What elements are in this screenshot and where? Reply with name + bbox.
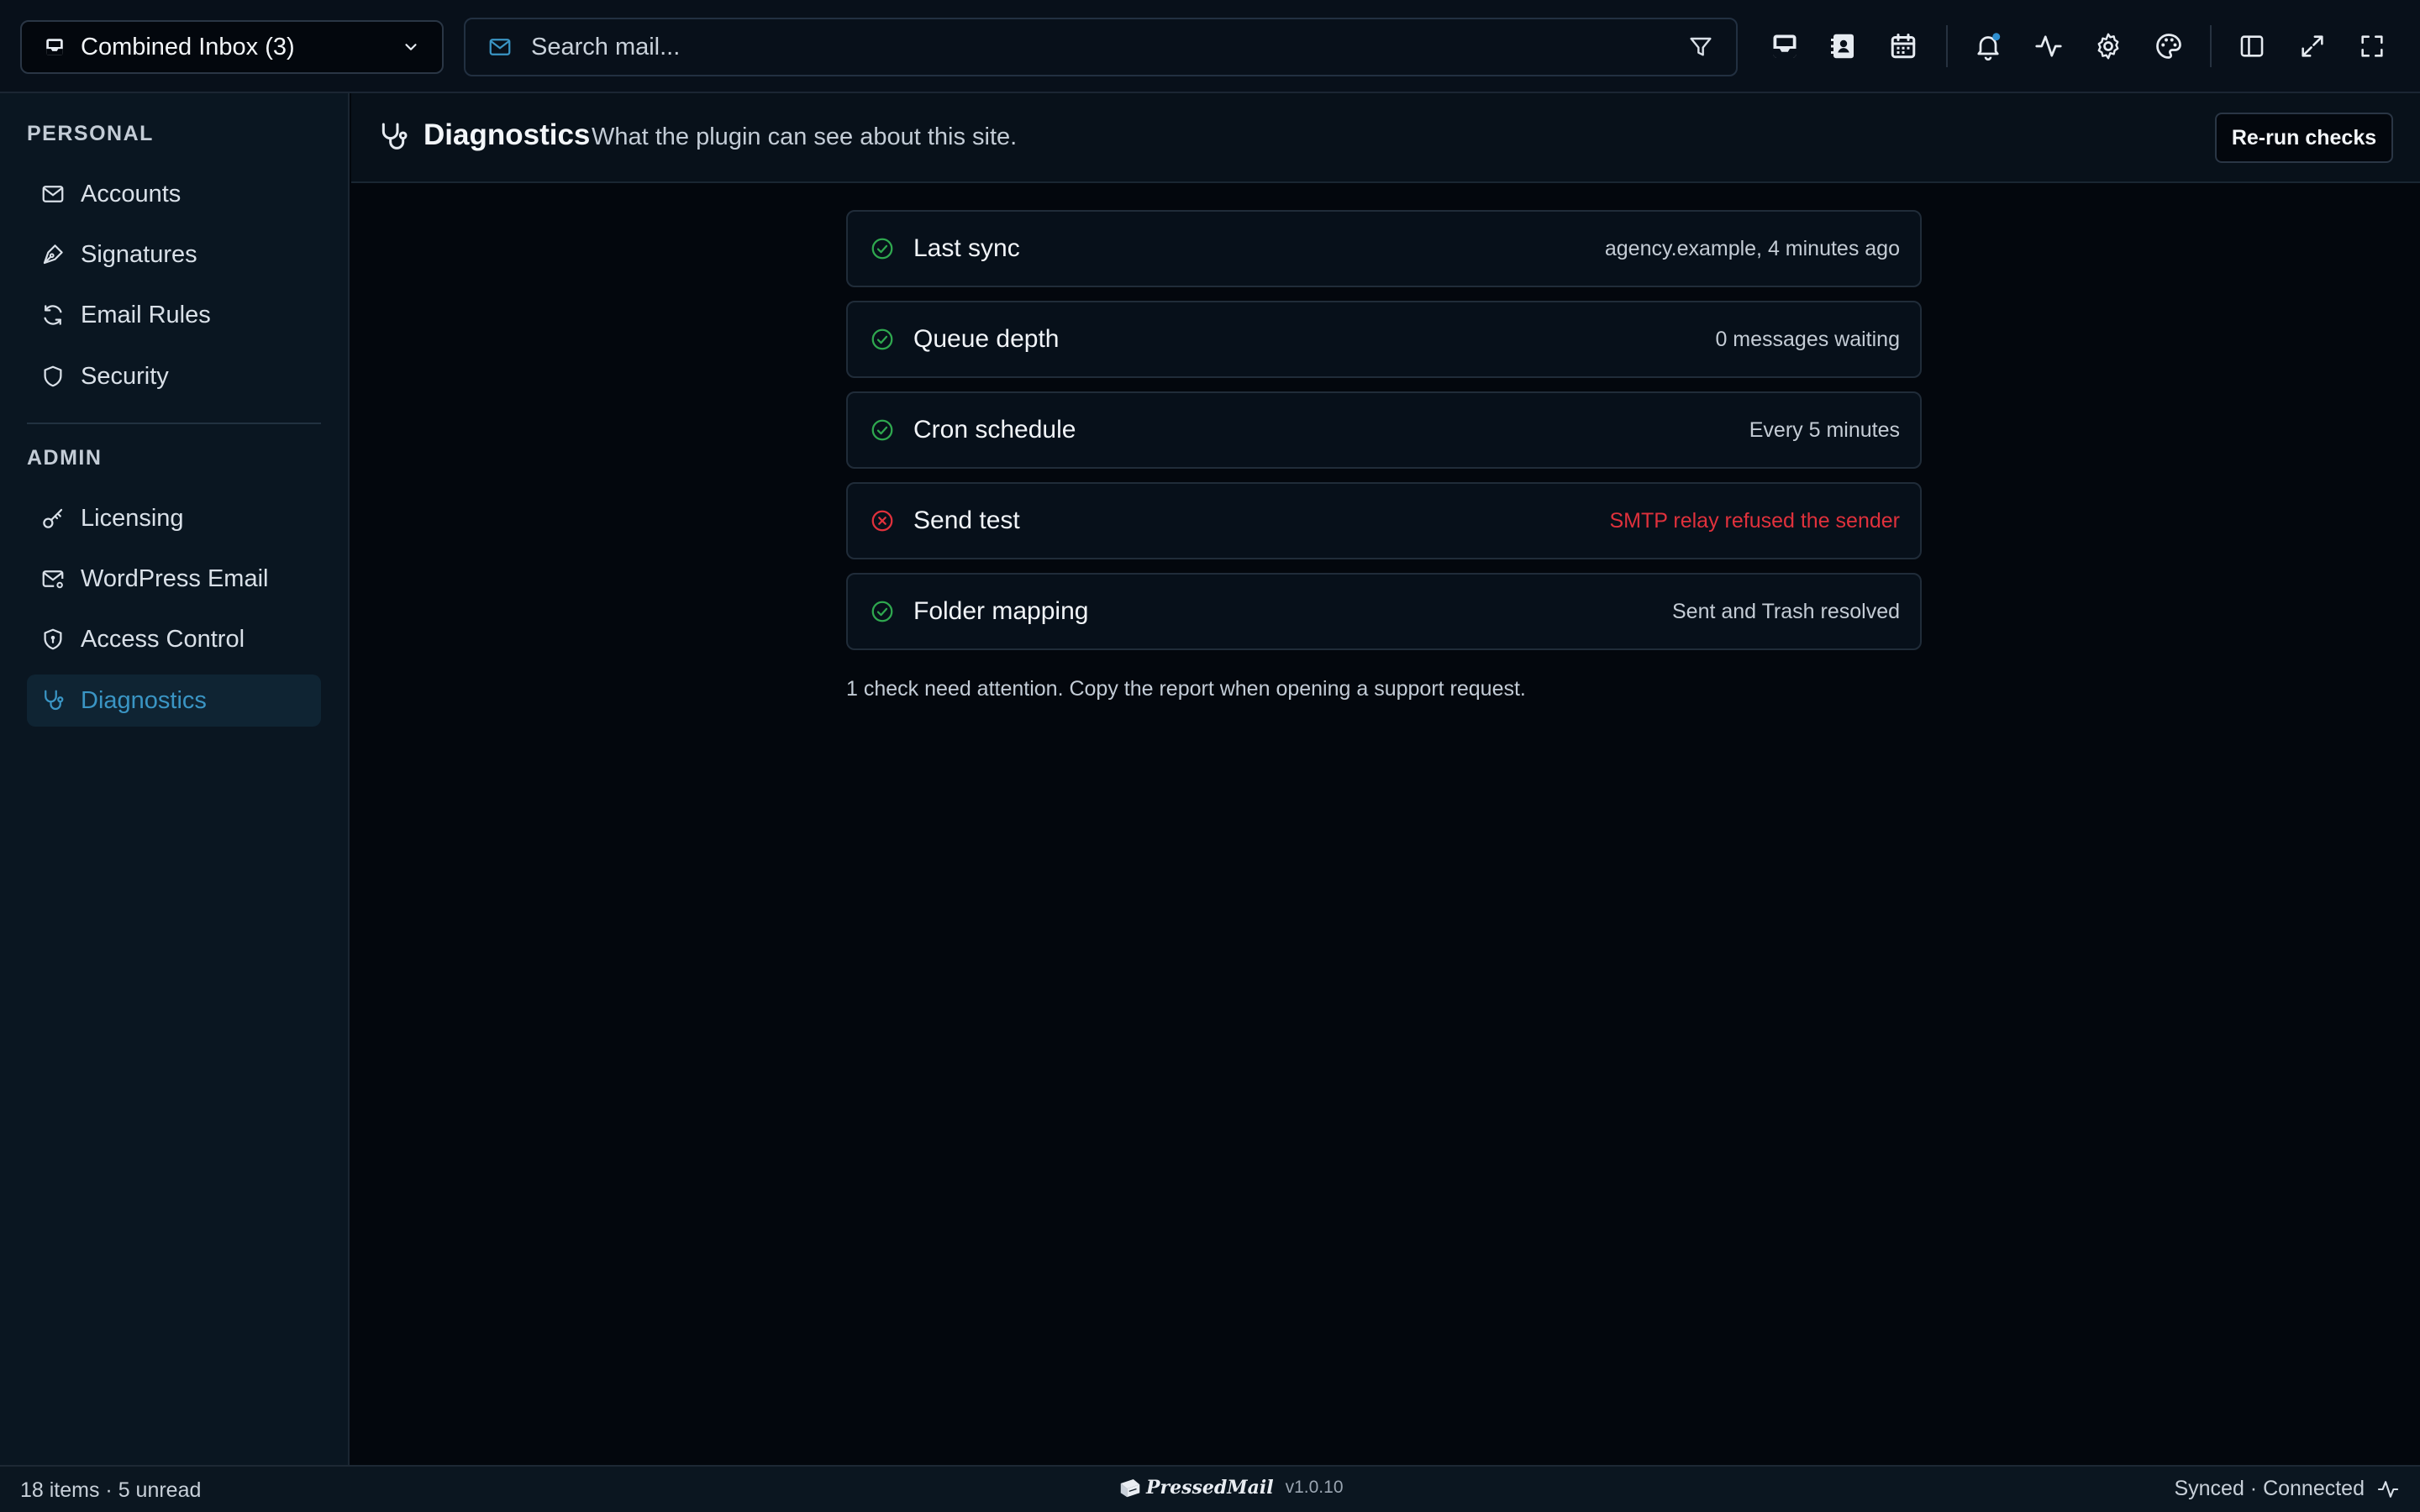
sidebar-item-accounts[interactable] [27,93,321,145]
sidebar-item-label: Email Rules [81,301,211,328]
sidebar-item-diagnostics[interactable]: Diagnostics [27,675,321,727]
check-name: Folder mapping [913,597,1089,625]
sidebar-item-access-control[interactable]: Access Control [27,613,321,665]
mail-settings-icon [40,566,66,591]
check-error-icon [870,508,895,533]
filter-icon[interactable] [1687,34,1714,60]
sync-status: Synced · Connected [2174,1477,2400,1501]
check-name: Queue depth [913,325,1060,353]
page-subtitle: What the plugin can see about this site. [592,123,1018,150]
page-header: Diagnostics What the plugin can see abou… [351,93,2420,183]
version-label: v1.0.10 [1285,1478,1344,1497]
sidebar-item-wordpress-email[interactable]: WordPress Email [27,553,321,605]
check-name: Last sync [913,234,1020,262]
sidebar-toggle-icon[interactable] [2233,28,2270,65]
activity-icon [2376,1478,2400,1501]
brand-name: PressedMail [1146,1477,1274,1499]
calendar-icon[interactable] [1885,28,1922,65]
refresh-icon [40,302,66,328]
check-detail: agency.example, 4 minutes ago [1604,236,1900,260]
inbox-icon [44,36,66,58]
shield-icon [40,364,66,389]
inbox-icon[interactable] [1766,28,1803,65]
check-row-folder-mapping: Folder mapping Sent and Trash resolved [846,573,1922,650]
sidebar-divider [27,423,321,424]
rerun-checks-button[interactable]: Re-run checks [2215,113,2393,163]
activity-icon[interactable] [2030,28,2067,65]
bell-icon[interactable] [1970,28,2007,65]
toolbar-divider [1946,25,1948,67]
status-bar: 18 items · 5 unread PressedMail v1.0.10 … [0,1465,2420,1512]
fullscreen-icon[interactable] [2354,28,2391,65]
check-ok-icon [870,327,895,352]
sidebar-item-label: Access Control [81,625,245,653]
check-ok-icon [870,417,895,443]
search-bar [464,18,1738,76]
check-detail: SMTP relay refused the sender [1609,508,1900,533]
palette-icon[interactable] [2150,28,2187,65]
top-bar: Combined Inbox (3) [0,0,2420,93]
inbox-selector-label: Combined Inbox (3) [81,33,295,60]
sidebar-item-label: Diagnostics [81,686,207,714]
sync-status-text: Synced · Connected [2174,1477,2365,1500]
sidebar-item-security[interactable]: Security [27,350,321,402]
sidebar-item-label: WordPress Email [81,564,269,592]
expand-icon[interactable] [2294,28,2331,65]
check-ok-icon [870,236,895,261]
check-row-queue-depth: Queue depth 0 messages waiting [846,301,1922,378]
brand: PressedMail v1.0.10 [1118,1475,1344,1500]
gear-icon[interactable] [2090,28,2127,65]
sidebar-item-label: Security [81,362,169,390]
check-detail: 0 messages waiting [1715,327,1900,351]
sidebar-item-accounts[interactable]: Accounts [27,168,321,220]
check-row-last-sync: Last sync agency.example, 4 minutes ago [846,210,1922,287]
diagnostics-footnote: 1 check need attention. Copy the report … [846,677,1526,701]
contacts-icon[interactable] [1825,28,1862,65]
check-name: Cron schedule [913,416,1076,444]
shield-lock-icon [40,627,66,652]
toolbar-divider [2210,25,2212,67]
check-name: Send test [913,507,1020,534]
section-title-admin: ADMIN [27,446,103,470]
sidebar-item-label: Accounts [81,180,182,207]
mail-icon [487,34,513,60]
stethoscope-icon [376,120,410,154]
search-input[interactable] [531,33,1687,61]
logo-icon [1118,1475,1143,1500]
check-detail: Sent and Trash resolved [1672,599,1900,623]
sidebar-item-label: Signatures [81,240,197,268]
check-row-send-test: Send test SMTP relay refused the sender [846,482,1922,559]
mail-icon [40,181,66,207]
key-icon [40,506,66,531]
chevron-down-icon [402,38,420,56]
check-ok-icon [870,599,895,624]
stethoscope-icon [40,688,66,713]
sidebar-item-licensing[interactable]: Licensing [27,492,321,544]
check-detail: Every 5 minutes [1749,417,1900,442]
sidebar-item-signatures[interactable]: Signatures [27,228,321,281]
page-title: Diagnostics [424,118,591,151]
sidebar-item-label: Licensing [81,504,184,532]
inbox-selector[interactable]: Combined Inbox (3) [20,20,444,74]
pen-nib-icon [40,242,66,267]
sidebar-item-email-rules[interactable]: Email Rules [27,289,321,341]
check-row-cron-schedule: Cron schedule Every 5 minutes [846,391,1922,469]
item-count: 18 items · 5 unread [20,1478,202,1502]
